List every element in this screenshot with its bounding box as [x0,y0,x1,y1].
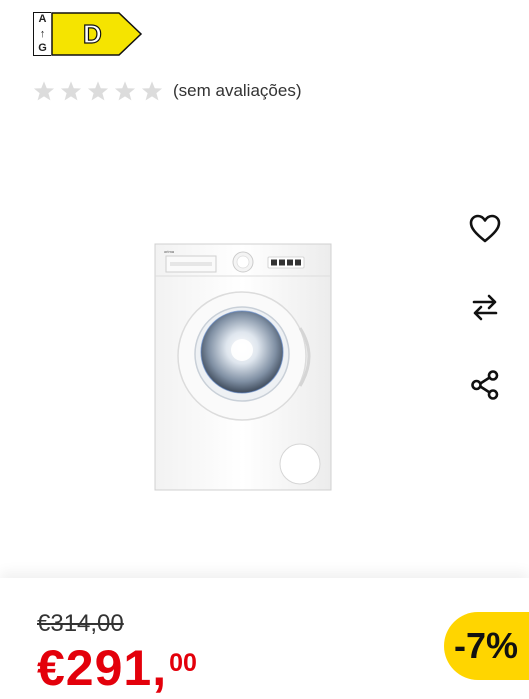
energy-class: D [82,18,102,49]
energy-scale-arrow: ↑ [39,28,46,40]
rating-text: (sem avaliações) [173,81,302,100]
energy-scale: A ↑ G [33,12,51,56]
energy-label[interactable]: A ↑ G D [33,12,143,56]
compare-button[interactable] [466,288,504,326]
rating[interactable]: (sem avaliações) [33,80,302,102]
favorite-button[interactable] [466,210,504,248]
star-icon [60,81,82,101]
current-price: €291, 00 [37,640,197,696]
old-price: €314,00 [37,610,124,637]
swap-icon [472,294,498,321]
product-actions [466,210,504,404]
current-price-cents: 00 [169,649,197,677]
discount-badge: -7% [444,612,529,680]
share-icon [471,370,499,400]
product-brand: orima [164,249,175,254]
heart-icon [469,214,501,243]
energy-scale-top: A [38,13,47,25]
star-icon [33,81,55,101]
energy-class-tag: D [51,12,143,56]
energy-scale-bottom: G [38,42,47,54]
star-icon [114,81,136,101]
product-image[interactable]: orima [150,236,336,494]
share-button[interactable] [466,366,504,404]
current-price-main: €291, [37,640,168,696]
star-rating [33,80,163,102]
star-icon [87,81,109,101]
star-icon [141,81,163,101]
price-bar: €314,00 €291, 00 -7% [0,578,529,699]
